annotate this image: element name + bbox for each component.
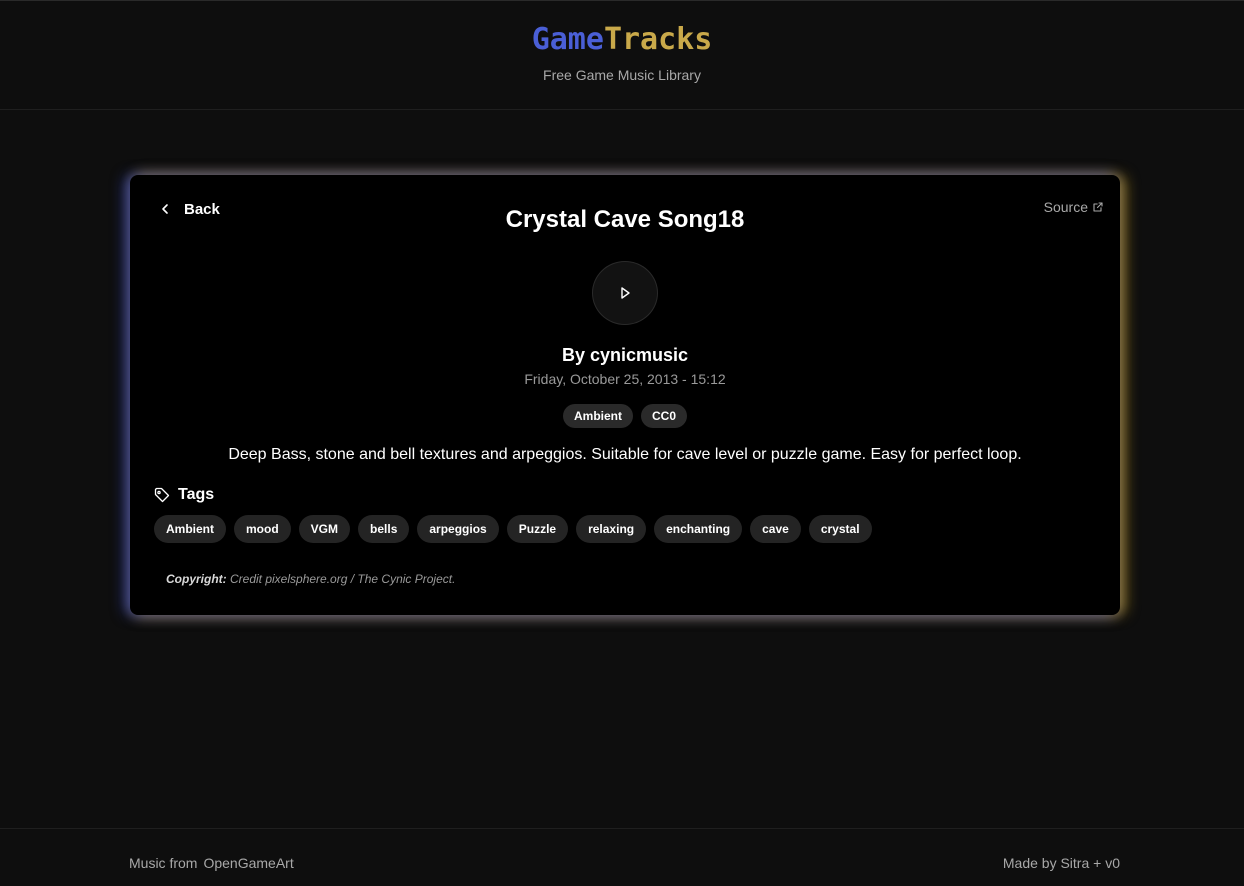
track-description: Deep Bass, stone and bell textures and a… — [228, 446, 1022, 463]
track-badges: Ambient CC0 — [130, 404, 1120, 428]
copyright-label: Copyright: — [166, 572, 227, 586]
tag-chip[interactable]: Puzzle — [506, 515, 569, 543]
opengameart-link[interactable]: OpenGameArt — [203, 855, 293, 871]
tags-heading-label: Tags — [178, 486, 215, 503]
tag-chip[interactable]: crystal — [808, 515, 872, 543]
play-icon — [621, 287, 630, 299]
footer-music-from: Music from — [129, 855, 198, 871]
tag-chip[interactable]: mood — [234, 515, 291, 543]
tag-chip[interactable]: enchanting — [654, 515, 743, 543]
tags-heading: Tags — [154, 485, 214, 505]
tag-chip[interactable]: Ambient — [154, 515, 226, 543]
footer-made-by: Made by Sitra + v0 — [1002, 855, 1120, 871]
tag-icon — [154, 487, 170, 503]
tag-chip[interactable]: VGM — [298, 515, 351, 543]
logo-game: Game — [531, 22, 604, 57]
license-badge: CC0 — [640, 404, 687, 428]
site-header: GameTracks Free Game Music Library — [0, 0, 1244, 110]
copyright-text: Credit pixelsphere.org / The Cynic Proje… — [230, 572, 456, 586]
site-logo[interactable]: GameTracks — [0, 22, 1244, 58]
tag-chip[interactable]: arpeggios — [417, 515, 499, 543]
tag-list: Ambient mood VGM bells arpeggios Puzzle … — [154, 515, 1094, 543]
track-artist: By cynicmusic — [561, 345, 689, 365]
genre-badge: Ambient — [562, 404, 633, 428]
track-card: Back Source Crystal Cave Song18 By cynic… — [130, 175, 1120, 615]
site-footer: Music from OpenGameArt Made by Sitra + v0 — [0, 828, 1244, 886]
track-title: Crystal Cave Song18 — [505, 206, 745, 233]
play-button[interactable] — [592, 261, 658, 325]
track-date: Friday, October 25, 2013 - 15:12 — [524, 371, 726, 387]
site-tagline: Free Game Music Library — [543, 67, 701, 83]
tag-chip[interactable]: relaxing — [576, 515, 647, 543]
footer-credit: Music from OpenGameArt — [129, 855, 294, 871]
copyright-notice: Copyright: Credit pixelsphere.org / The … — [166, 571, 455, 587]
tag-chip[interactable]: bells — [358, 515, 410, 543]
tag-chip[interactable]: cave — [750, 515, 801, 543]
logo-tracks: Tracks — [603, 22, 713, 57]
